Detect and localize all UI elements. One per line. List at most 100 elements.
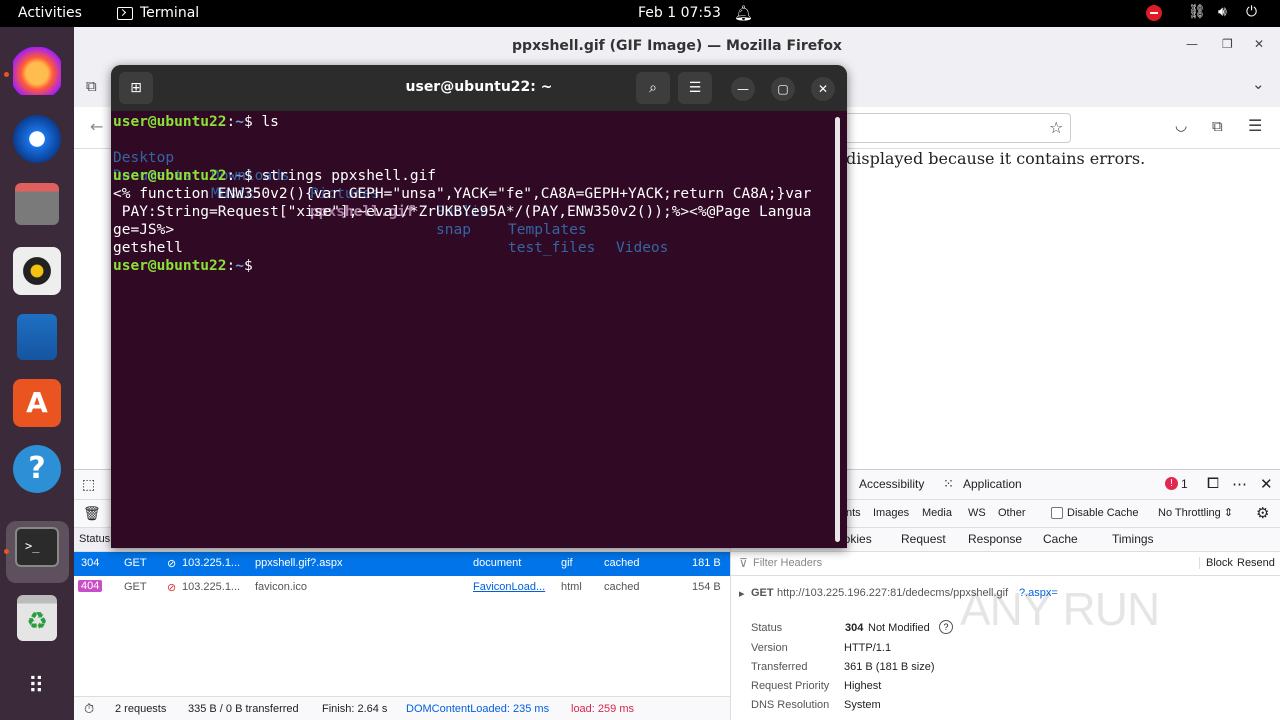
throttling-select[interactable]: No Throttling ⇕ [1158,506,1233,519]
terminal-output[interactable]: user@ubuntu22:~$ ls Desktop Downloads Pi… [113,113,835,543]
rhythmbox-icon[interactable] [13,247,61,295]
table-row[interactable]: 404 GET ⊘ 103.225.1... favicon.ico Favic… [74,576,730,600]
detail-value: Not Modified [868,622,930,634]
request-count: 2 requests [115,703,167,715]
extensions-icon[interactable]: ⧉ [1212,117,1223,135]
app-menu-label: Terminal [140,5,200,21]
search-icon[interactable]: ⌕ [636,72,670,104]
request-initiator: document [473,557,522,569]
app-menu[interactable]: Terminal [117,5,199,21]
close-icon[interactable]: ✕ [1254,37,1264,51]
settings-gear-icon[interactable]: ⚙ [1256,504,1269,522]
command-text: strings ppxshell.gif [261,168,437,184]
show-apps-icon[interactable]: ⠿ [13,663,61,711]
libreoffice-writer-icon[interactable] [17,314,57,360]
trash-icon[interactable]: 🗑︎ [83,505,101,522]
ls-output-row: Documents Music ppxshell.gif snap test_f… [113,168,596,256]
detail-value: 361 B (181 B size) [844,661,935,673]
terminal-scrollbar[interactable] [835,117,840,542]
help-icon[interactable]: ? [13,445,61,493]
load-time: load: 259 ms [571,703,634,715]
detail-key: DNS Resolution [751,699,830,711]
menu-icon[interactable]: ☰ [678,72,712,104]
minimize-icon[interactable]: — [1186,37,1198,51]
network-status-bar: ⏱︎ 2 requests 335 B / 0 B transferred Fi… [74,696,730,720]
error-icon[interactable]: ! [1165,477,1178,490]
finish-time: Finish: 2.64 s [322,703,388,715]
error-count[interactable]: 1 [1181,477,1188,491]
minimize-icon[interactable]: — [731,77,755,101]
filter-headers-input[interactable]: Filter Headers [753,557,822,569]
menu-icon[interactable]: ☰ [1248,116,1262,135]
expand-icon[interactable]: ▸ [739,587,745,600]
tab-application[interactable]: Application [963,477,1022,491]
network-icon[interactable]: ⛓︎ [1188,4,1206,20]
back-icon[interactable]: ← [90,117,103,136]
bell-icon[interactable]: 🔔︎ [734,4,753,22]
column-status[interactable]: Status [79,533,110,545]
filter-icon: ⊽ [739,556,748,570]
dock-side-icon[interactable]: ⧠ [1207,475,1219,492]
recording-indicator-icon[interactable] [1146,5,1162,21]
trash-icon[interactable]: ♻ [17,595,57,641]
running-indicator [4,549,9,554]
files-icon[interactable] [15,183,59,225]
terminal-icon[interactable]: >_ [15,527,59,567]
request-method: GET [124,581,147,593]
filter-media[interactable]: Media [922,507,952,519]
app-center-icon[interactable]: A [13,379,61,427]
activities-button[interactable]: Activities [18,5,82,21]
filter-images[interactable]: Images [873,507,909,519]
help-icon[interactable]: ? [939,620,953,634]
thunderbird-icon[interactable] [13,115,61,163]
tab-timings[interactable]: Timings [1112,532,1154,546]
application-icon: ⁙ [943,476,954,491]
close-icon[interactable]: ✕ [811,77,835,101]
request-type: gif [561,557,573,569]
url-bar[interactable]: ☆ [844,113,1071,143]
filter-ws[interactable]: WS [968,507,986,519]
request-transferred: cached [604,557,640,569]
table-row[interactable]: 304 GET ⊘ 103.225.1... ppxshell.gif?.asp… [74,552,730,576]
bookmark-star-icon[interactable]: ☆ [1049,118,1063,137]
request-transferred: cached [604,581,640,593]
request-line-method: GET [751,587,774,599]
maximize-icon[interactable]: ❐ [1222,37,1233,51]
image-error-message: displayed because it contains errors. [846,149,1146,168]
tab-accessibility[interactable]: Accessibility [859,477,924,491]
detail-value: System [844,699,881,711]
filter-fonts[interactable]: nts [846,507,861,519]
filter-other[interactable]: Other [998,507,1026,519]
request-file: ppxshell.gif?.aspx [255,557,343,569]
list-tabs-icon[interactable]: ⌄ [1252,75,1265,93]
ls-output-row: Desktop Downloads Pictures Public Templa… [113,150,669,256]
more-options-icon[interactable]: ⋯ [1232,475,1247,493]
pocket-icon[interactable]: ◡ [1175,118,1187,134]
terminal-header-bar: ⊞ user@ubuntu22: ~ ⌕ ☰ — ▢ ✕ [111,65,847,111]
request-file: favicon.ico [255,581,307,593]
firefox-icon[interactable] [13,47,61,95]
detail-value: Highest [844,680,882,692]
tab-cache[interactable]: Cache [1043,532,1078,546]
close-devtools-icon[interactable]: ✕ [1260,475,1273,493]
tab-response[interactable]: Response [968,532,1022,546]
volume-icon[interactable]: 🔊︎ [1218,4,1227,20]
request-status: 404 [78,580,103,592]
terminal-line: <% function ENW350v2(){var GEPH="unsa",Y… [113,186,812,202]
pick-element-icon[interactable]: ⬚ [82,476,95,493]
transferred-summary: 335 B / 0 B transferred [188,703,299,715]
detail-key: Version [751,642,788,654]
firefox-title-bar: ppxshell.gif (GIF Image) — Mozilla Firef… [74,27,1280,65]
tab-request[interactable]: Request [901,532,946,546]
terminal-line: user@ubuntu22:~$ [113,258,262,274]
insecure-lock-icon: ⊘ [167,558,177,570]
dom-content-loaded: DOMContentLoaded: 235 ms [406,703,550,715]
disable-cache-checkbox[interactable] [1051,507,1063,519]
request-initiator[interactable]: FaviconLoad... [473,581,545,593]
resend-button[interactable]: Resend [1237,557,1275,569]
clock[interactable]: Feb 1 07:53 [638,5,721,21]
block-button[interactable]: Block [1199,557,1233,569]
power-icon[interactable]: ⏻︎ [1246,4,1257,20]
firefox-view-icon[interactable]: ⧉ [86,77,97,95]
maximize-icon[interactable]: ▢ [771,77,795,101]
